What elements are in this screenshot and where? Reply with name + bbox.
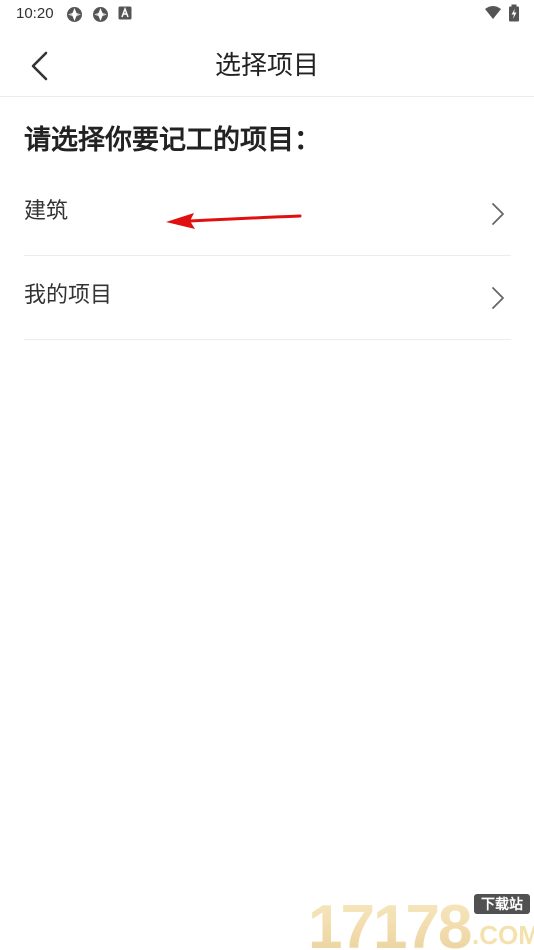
wifi-icon [484,5,501,21]
project-list: 建筑 我的项目 [24,172,511,340]
screen: 10:20 选择项目 请选择你要记工的项目： 建筑 我的项目 17178 下载站… [0,0,534,950]
app-notification-icon [66,6,82,22]
list-item-my-projects[interactable]: 我的项目 [24,256,511,340]
list-item-label: 我的项目 [24,283,113,308]
annotation-arrow [160,206,306,232]
app-notification-icon [92,6,108,22]
keyboard-a-icon [118,6,134,22]
svg-text:.COM: .COM [472,920,534,950]
page-title: 选择项目 [214,51,319,81]
status-bar: 10:20 [0,0,534,28]
list-item-label: 建筑 [24,199,69,224]
chevron-right-icon [491,286,505,310]
chevron-right-icon [491,202,505,226]
battery-charging-icon [508,4,524,22]
status-time: 10:20 [16,5,54,22]
header: 选择项目 [0,34,534,97]
select-project-prompt: 请选择你要记工的项目： [24,125,321,156]
svg-text:17178: 17178 [308,893,471,950]
watermark-logo: 17178 下载站 .COM [306,888,534,950]
svg-text:下载站: 下载站 [481,896,523,913]
